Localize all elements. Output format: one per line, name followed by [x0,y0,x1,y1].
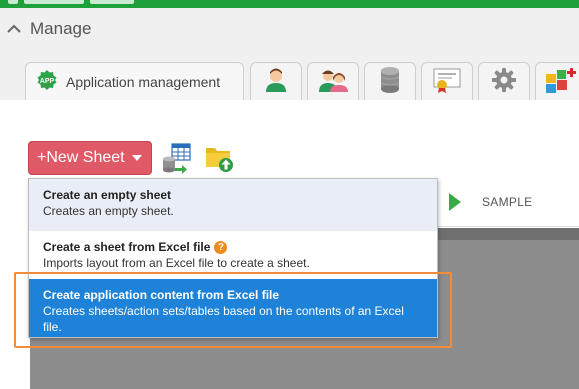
new-sheet-dropdown-menu: Create an empty sheet Creates an empty s… [28,178,438,338]
tab-user[interactable] [250,62,302,101]
dropdown-arrow-icon [132,155,142,161]
menu-item-description: Imports layout from an Excel file to cre… [43,256,310,270]
menu-item-description: Creates an empty sheet. [43,204,174,218]
top-bar-clipped-text [8,0,208,5]
manage-title: Manage [30,19,92,38]
tab-database[interactable] [364,62,416,101]
tab-application-management-label: Application management [66,74,221,90]
menu-item-description: Creates sheets/action sets/tables based … [43,304,404,334]
tab-add-blocks[interactable] [535,62,579,101]
menu-item-create-empty-sheet[interactable]: Create an empty sheet Creates an empty s… [29,179,437,231]
gear-icon [491,67,517,98]
menu-item-title-row: Create a sheet from Excel file ? [43,239,423,255]
menu-item-title: Create an empty sheet [43,188,172,202]
new-sheet-button[interactable]: +New Sheet [28,141,152,175]
top-app-bar [0,0,579,8]
sample-row[interactable]: SAMPLE [438,178,579,227]
user-icon [263,67,289,98]
manage-section-header[interactable]: Manage [6,18,91,40]
new-sheet-label: +New Sheet [37,149,125,166]
tab-settings[interactable] [478,62,530,101]
chevron-up-icon[interactable] [6,21,22,37]
tab-bar: APP Application management [0,62,579,102]
blocks-add-icon [544,66,576,99]
folder-upload-icon[interactable] [204,142,236,174]
tab-certificate[interactable] [421,62,473,101]
menu-item-title: Create application content from Excel fi… [43,288,280,302]
menu-item-title: Create a sheet from Excel file [43,240,211,254]
app-badge-text: APP [40,78,55,85]
certificate-icon [432,67,462,98]
users-icon [318,67,348,98]
tab-application-management[interactable]: APP Application management [25,62,244,101]
table-database-icon[interactable] [160,142,192,174]
menu-item-create-sheet-from-excel[interactable]: Create a sheet from Excel file ? Imports… [29,231,437,279]
app-badge-icon: APP [36,69,58,96]
menu-item-create-app-content-from-excel[interactable]: Create application content from Excel fi… [29,279,437,337]
play-icon[interactable] [449,193,461,211]
help-icon[interactable]: ? [214,240,228,254]
sample-label: SAMPLE [482,195,533,209]
tab-users[interactable] [307,62,359,101]
database-icon [378,66,402,99]
